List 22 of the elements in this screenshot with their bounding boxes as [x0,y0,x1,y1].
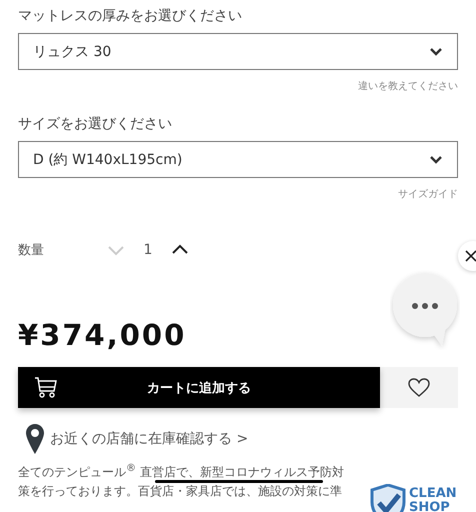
notice-text-line: 全てのテンピュール$^{®}$ 直営店で、新型コロナウィルス予防対 [18,462,344,477]
size-select[interactable]: D (約 W140xL195cm) [18,141,458,178]
heart-icon [408,378,430,398]
field-label: サイズをお選びください [18,115,173,134]
chevron-down-icon [429,46,443,56]
help-link[interactable]: 違いを教えてください [358,79,458,93]
price: ¥374,000 [18,317,188,353]
quantity-label: 数量 [18,242,45,259]
help-link[interactable]: サイズガイド [398,187,458,201]
add-to-cart-button[interactable]: カートに追加する [18,367,380,408]
chevron-down-icon [429,154,443,164]
notice-text-line: 策を行っております。百貨店・家具店では、施設の対策に準 [18,483,343,500]
clean-shop-logo-text: CLEAN SHOP [409,487,457,512]
cart-icon [34,377,58,399]
store-stock-link[interactable]: お近くの店舗に在庫確認する > [26,424,458,454]
quantity-value: 1 [142,242,154,258]
location-pin-icon [26,424,44,454]
thickness-select[interactable]: リュクス 30 [18,33,458,70]
favorite-button[interactable] [380,367,458,408]
field-label: マットレスの厚みをお選びください [18,7,243,26]
shield-check-icon [370,484,406,512]
close-icon [465,250,476,262]
